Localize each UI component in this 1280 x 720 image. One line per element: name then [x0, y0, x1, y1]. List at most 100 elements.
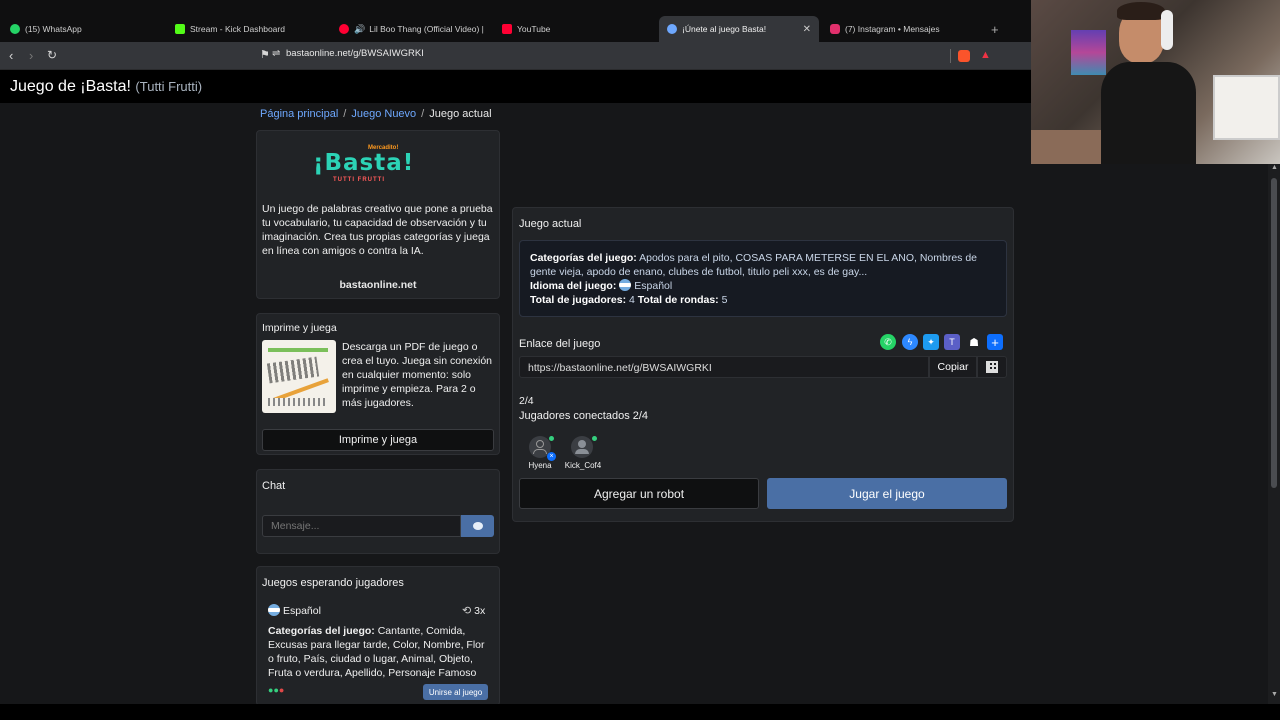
waiting-game-language: Español — [268, 604, 321, 618]
game-language-text: Español — [634, 280, 673, 292]
breadcrumb-new-game[interactable]: Juego Nuevo — [351, 108, 416, 120]
waiting-rounds-text: 3x — [474, 605, 486, 617]
game-categories: Categorías del juego: Apodos para el pit… — [530, 251, 1000, 279]
breadcrumb-separator: / — [421, 108, 425, 120]
print-button[interactable]: Imprime y juega — [262, 429, 494, 451]
qr-code-button[interactable] — [977, 356, 1007, 378]
game-link-label: Enlace del juego — [519, 338, 601, 350]
game-totals: Total de jugadores: 4 Total de rondas: 5 — [530, 293, 727, 307]
tab-basta[interactable]: ¡Únete al juego Basta! ✕ — [659, 16, 819, 42]
scrollbar-thumb[interactable] — [1271, 178, 1277, 488]
share-whatsapp-icon[interactable]: ✆ — [880, 334, 896, 350]
chat-message-input[interactable] — [262, 515, 461, 537]
player-empty-icon: ● — [278, 685, 285, 695]
tab-label: (7) Instagram • Mensajes — [845, 24, 940, 34]
chat-title: Chat — [262, 480, 286, 492]
speaker-icon: 🔊 — [354, 23, 366, 34]
game-language: Idioma del juego: Español — [530, 279, 672, 293]
tab-label: (15) WhatsApp — [25, 24, 82, 34]
scroll-down-icon[interactable]: ▼ — [1271, 691, 1278, 698]
game-link-field[interactable]: https://bastaonline.net/g/BWSAIWGRKI — [519, 356, 929, 378]
breadcrumb: Página principal / Juego Nuevo / Juego actua… — [260, 108, 492, 120]
user-icon — [578, 440, 586, 448]
site-info-icon[interactable]: ⇌ — [272, 48, 280, 59]
url-field[interactable]: bastaonline.net/g/BWSAIWGRKI — [286, 48, 424, 59]
player-avatar-kick — [571, 436, 593, 458]
breadcrumb-current: Juego actual — [429, 108, 492, 120]
total-rounds-value: 5 — [721, 294, 728, 306]
forward-icon[interactable]: › — [29, 48, 33, 63]
copy-link-button[interactable]: Copiar — [929, 356, 977, 378]
rewards-icon[interactable]: ▲ — [980, 49, 991, 61]
waiting-game-rounds: ⟲ 3x — [462, 604, 485, 618]
wall-poster — [1071, 30, 1106, 75]
chat-send-button[interactable] — [461, 515, 494, 537]
page-scrollbar[interactable]: ▲ ▼ — [1268, 164, 1280, 704]
tab-label: YouTube — [517, 24, 551, 34]
print-description: Descarga un PDF de juego o crea el tuyo.… — [342, 341, 493, 409]
total-rounds-label: Total de rondas: — [637, 294, 719, 306]
streamer-shirt — [1101, 62, 1196, 164]
site-title[interactable]: Juego de ¡Basta! (Tutti Frutti) — [10, 78, 202, 96]
new-tab-icon[interactable]: + — [991, 16, 1003, 42]
share-snapchat-icon[interactable]: ☗ — [966, 334, 982, 350]
tab-youtube[interactable]: YouTube — [502, 16, 652, 42]
streamer-hair — [1117, 2, 1165, 20]
online-indicator — [549, 436, 554, 441]
add-robot-button[interactable]: Agregar un robot — [519, 478, 759, 509]
remove-player-icon[interactable]: × — [547, 452, 556, 461]
tab-lil-boo-thang[interactable]: 🔊 Lil Boo Thang (Official Video) | Yo — [339, 16, 484, 42]
headset — [1161, 10, 1173, 50]
whatsapp-icon — [10, 24, 20, 34]
print-title: Imprime y juega — [262, 322, 337, 334]
total-players-value: 4 — [629, 294, 635, 306]
desk — [1031, 130, 1101, 164]
players-count: 2/4 — [519, 395, 534, 407]
breadcrumb-home[interactable]: Página principal — [260, 108, 338, 120]
basta-logo: Mercadito! ¡Basta! TUTTI FRUTTI — [313, 145, 423, 187]
tab-instagram[interactable]: (7) Instagram • Mensajes — [830, 16, 980, 42]
share-more-icon[interactable]: + — [987, 334, 1003, 350]
bookmark-icon[interactable]: ⚑ — [260, 48, 270, 61]
player-name: Hyena — [528, 461, 552, 470]
site-title-text: Juego de ¡Basta! — [10, 78, 131, 95]
close-tab-icon[interactable]: ✕ — [803, 24, 811, 35]
breadcrumb-separator: / — [343, 108, 347, 120]
game-language-label: Idioma del juego: — [530, 280, 617, 292]
waiting-categories-label: Categorías del juego: — [268, 625, 375, 637]
rounds-icon: ⟲ — [462, 605, 472, 617]
reload-icon[interactable]: ↻ — [47, 48, 57, 62]
tab-kick[interactable]: Stream - Kick Dashboard — [175, 16, 325, 42]
argentina-flag-icon — [619, 279, 632, 291]
site-subtitle: (Tutti Frutti) — [135, 79, 203, 94]
waiting-player-slots: ●●● — [268, 685, 284, 695]
chat-card — [256, 469, 500, 554]
waiting-game-categories: Categorías del juego: Cantante, Comida, … — [268, 624, 492, 680]
players-connected-label: Jugadores conectados 2/4 — [519, 410, 649, 422]
play-game-button[interactable]: Jugar el juego — [767, 478, 1007, 509]
user-icon — [536, 440, 544, 448]
join-game-button[interactable]: Unirse al juego — [423, 684, 488, 700]
tab-label: Stream - Kick Dashboard — [190, 24, 285, 34]
whiteboard — [1213, 75, 1280, 140]
share-teams-icon[interactable]: T — [944, 334, 960, 350]
game-categories-label: Categorías del juego: — [530, 252, 637, 264]
about-domain[interactable]: bastaonline.net — [256, 279, 500, 291]
tab-label: Lil Boo Thang (Official Video) | Yo — [369, 24, 484, 34]
brave-shield-icon[interactable] — [958, 50, 970, 62]
back-icon[interactable]: ‹ — [9, 48, 13, 63]
basta-icon — [667, 24, 677, 34]
share-twitter-icon[interactable]: ✦ — [923, 334, 939, 350]
share-messenger-icon[interactable]: ϟ — [902, 334, 918, 350]
total-players-label: Total de jugadores: — [530, 294, 627, 306]
site-header: Juego de ¡Basta! (Tutti Frutti) — [0, 70, 1031, 103]
kick-icon — [175, 24, 185, 34]
current-game-title: Juego actual — [519, 218, 582, 230]
waiting-language-text: Español — [283, 605, 321, 617]
tab-label: ¡Únete al juego Basta! — [682, 24, 767, 34]
chat-bubble-icon — [472, 522, 483, 530]
scroll-up-icon[interactable]: ▲ — [1271, 164, 1278, 171]
youtube-icon — [339, 24, 349, 34]
logo-main-text: ¡Basta! — [313, 150, 415, 176]
tab-whatsapp[interactable]: (15) WhatsApp — [10, 16, 160, 42]
